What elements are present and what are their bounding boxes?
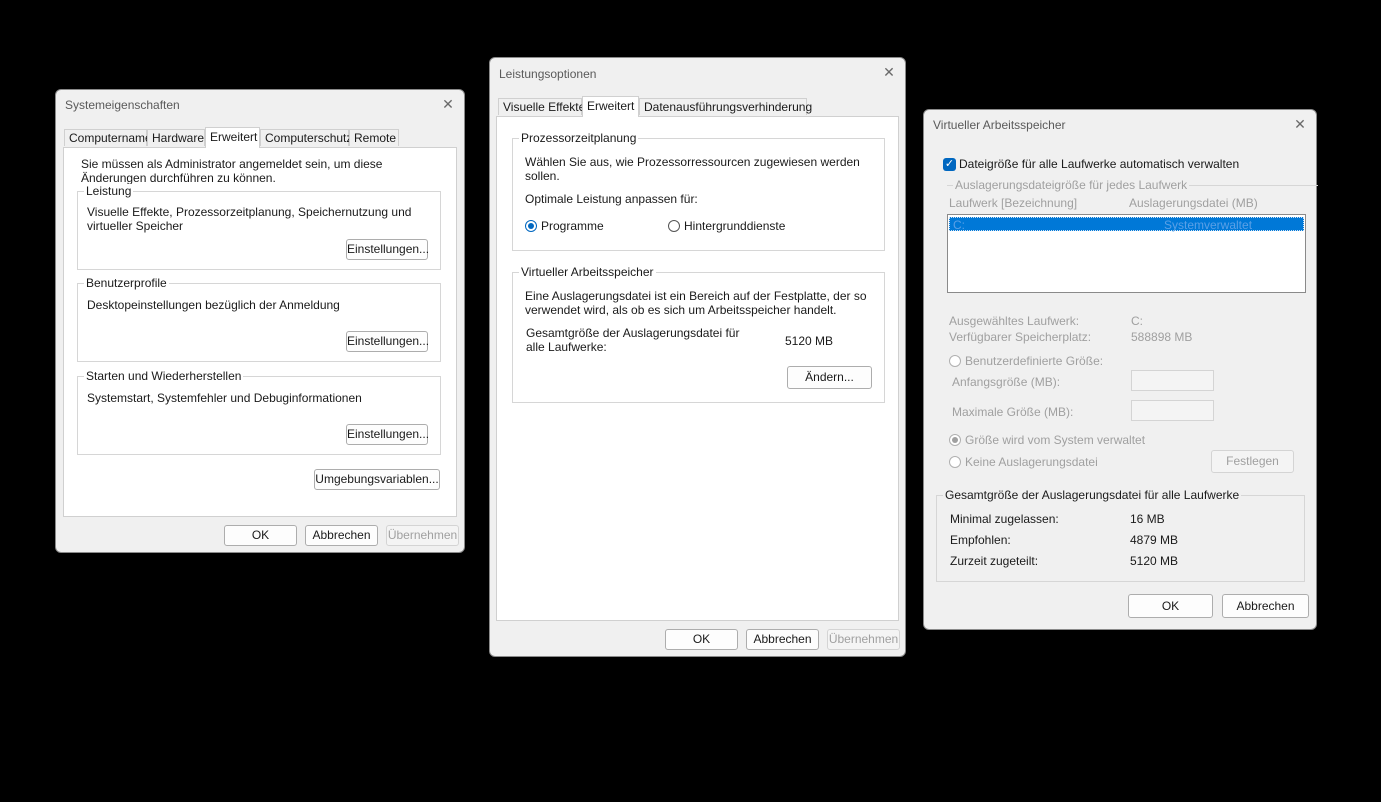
cancel-button[interactable]: Abbrechen xyxy=(1222,594,1309,618)
window-title: Virtueller Arbeitsspeicher xyxy=(933,118,1066,132)
ok-button[interactable]: OK xyxy=(1128,594,1213,618)
custom-size-radio[interactable] xyxy=(949,355,961,367)
change-button[interactable]: Ändern... xyxy=(787,366,872,389)
auto-manage-checkbox[interactable]: ✓ xyxy=(943,158,956,171)
tab-erweitert[interactable]: Erweitert xyxy=(205,127,260,148)
totals-group: Gesamtgröße der Auslagerungsdatei für al… xyxy=(936,488,1305,582)
selected-drive-value: C: xyxy=(1131,314,1143,328)
startup-recovery-group: Starten und Wiederherstellen Systemstart… xyxy=(77,369,441,455)
max-size-label: Maximale Größe (MB): xyxy=(952,405,1074,419)
available-space-label: Verfügbarer Speicherplatz: xyxy=(949,330,1092,344)
apply-button[interactable]: Übernehmen xyxy=(386,525,459,546)
min-allowed-label: Minimal zugelassen: xyxy=(950,512,1059,526)
background-services-radio[interactable] xyxy=(668,220,680,232)
virtual-memory-legend: Virtueller Arbeitsspeicher xyxy=(519,265,656,279)
ok-button[interactable]: OK xyxy=(224,525,297,546)
no-pagefile-label[interactable]: Keine Auslagerungsdatei xyxy=(965,455,1098,469)
system-managed-label[interactable]: Größe wird vom System verwaltet xyxy=(965,433,1145,447)
initial-size-label: Anfangsgröße (MB): xyxy=(952,375,1061,389)
window-title: Leistungsoptionen xyxy=(499,67,597,81)
no-pagefile-radio[interactable] xyxy=(949,456,961,468)
tab-visual-effects[interactable]: Visuelle Effekte xyxy=(498,98,585,115)
tab-panel: Sie müssen als Administrator angemeldet … xyxy=(63,147,457,517)
total-paging-value: 5120 MB xyxy=(785,334,834,348)
optimize-for-label: Optimale Leistung anpassen für: xyxy=(525,192,698,206)
window-title: Systemeigenschaften xyxy=(65,98,180,112)
startup-recovery-settings-button[interactable]: Einstellungen... xyxy=(346,424,429,445)
user-profiles-legend: Benutzerprofile xyxy=(84,276,169,290)
initial-size-input[interactable] xyxy=(1131,370,1214,391)
startup-recovery-legend: Starten und Wiederherstellen xyxy=(84,369,244,383)
close-icon[interactable]: ✕ xyxy=(438,95,458,113)
user-profiles-group: Benutzerprofile Desktopeinstellungen bez… xyxy=(77,276,441,362)
tab-remote[interactable]: Remote xyxy=(349,129,399,146)
environment-variables-button[interactable]: Umgebungsvariablen... xyxy=(314,469,440,490)
recommended-value: 4879 MB xyxy=(1130,533,1179,547)
performance-group: Leistung Visuelle Effekte, Prozessorzeit… xyxy=(77,184,441,270)
max-size-input[interactable] xyxy=(1131,400,1214,421)
close-icon[interactable]: ✕ xyxy=(1290,115,1310,133)
system-managed-radio[interactable] xyxy=(949,434,961,446)
tab-panel: Prozessorzeitplanung Wählen Sie aus, wie… xyxy=(496,116,899,621)
drive-column-header: Laufwerk [Bezeichnung] xyxy=(949,196,1078,210)
pagefile-cell: Systemverwaltet xyxy=(1164,218,1253,232)
tab-erweitert[interactable]: Erweitert xyxy=(582,96,639,117)
processor-scheduling-group: Prozessorzeitplanung Wählen Sie aus, wie… xyxy=(512,131,885,251)
per-drive-legend: Auslagerungsdateigröße für jedes Laufwer… xyxy=(953,178,1190,192)
programs-label[interactable]: Programme xyxy=(541,219,604,233)
virtual-memory-description: Eine Auslagerungsdatei ist ein Bereich a… xyxy=(525,289,867,317)
currently-allocated-value: 5120 MB xyxy=(1130,554,1179,568)
cancel-button[interactable]: Abbrechen xyxy=(305,525,378,546)
pagefile-column-header: Auslagerungsdatei (MB) xyxy=(1129,196,1258,210)
title-bar[interactable]: Leistungsoptionen ✕ xyxy=(490,58,905,86)
tab-hardware[interactable]: Hardware xyxy=(147,129,205,146)
available-space-value: 588898 MB xyxy=(1131,330,1193,344)
ok-button[interactable]: OK xyxy=(665,629,738,650)
title-bar[interactable]: Systemeigenschaften ✕ xyxy=(56,90,464,118)
drive-cell: C: xyxy=(953,218,965,232)
virtual-memory-group: Virtueller Arbeitsspeicher Eine Auslager… xyxy=(512,265,885,403)
per-drive-group: Auslagerungsdateigröße für jedes Laufwer… xyxy=(947,178,1318,192)
processor-scheduling-description: Wählen Sie aus, wie Prozessorressourcen … xyxy=(525,155,860,183)
performance-description: Visuelle Effekte, Prozessorzeitplanung, … xyxy=(87,205,412,233)
drive-list[interactable]: C: Systemverwaltet xyxy=(947,214,1306,293)
apply-button[interactable]: Übernehmen xyxy=(827,629,900,650)
auto-manage-label[interactable]: Dateigröße für alle Laufwerke automatisc… xyxy=(959,157,1239,171)
tab-dep[interactable]: Datenausführungsverhinderung xyxy=(639,98,812,115)
currently-allocated-label: Zurzeit zugeteilt: xyxy=(950,554,1039,568)
processor-scheduling-legend: Prozessorzeitplanung xyxy=(519,131,639,145)
background-services-label[interactable]: Hintergrunddienste xyxy=(684,219,785,233)
virtual-memory-window: Virtueller Arbeitsspeicher ✕ ✓ Dateigröß… xyxy=(923,109,1318,630)
total-paging-label: Gesamtgröße der Auslagerungsdatei für al… xyxy=(526,326,740,354)
close-icon[interactable]: ✕ xyxy=(879,63,899,81)
min-allowed-value: 16 MB xyxy=(1130,512,1165,526)
user-profiles-settings-button[interactable]: Einstellungen... xyxy=(346,331,429,352)
set-button[interactable]: Festlegen xyxy=(1211,450,1294,473)
performance-options-window: Leistungsoptionen ✕ Visuelle Effekte Erw… xyxy=(489,57,906,657)
title-bar[interactable]: Virtueller Arbeitsspeicher ✕ xyxy=(924,110,1316,138)
admin-note: Sie müssen als Administrator angemeldet … xyxy=(81,157,383,185)
programs-radio[interactable] xyxy=(525,220,537,232)
totals-legend: Gesamtgröße der Auslagerungsdatei für al… xyxy=(943,488,1242,502)
custom-size-label[interactable]: Benutzerdefinierte Größe: xyxy=(965,354,1103,368)
cancel-button[interactable]: Abbrechen xyxy=(746,629,819,650)
recommended-label: Empfohlen: xyxy=(950,533,1011,547)
selected-drive-label: Ausgewähltes Laufwerk: xyxy=(949,314,1080,328)
performance-settings-button[interactable]: Einstellungen... xyxy=(346,239,429,260)
user-profiles-description: Desktopeinstellungen bezüglich der Anmel… xyxy=(87,298,340,312)
tab-computerschutz[interactable]: Computerschutz xyxy=(260,129,352,146)
startup-recovery-description: Systemstart, Systemfehler und Debuginfor… xyxy=(87,391,362,405)
tab-computername[interactable]: Computername xyxy=(64,129,152,146)
system-properties-window: Systemeigenschaften ✕ Computername Hardw… xyxy=(55,89,465,553)
performance-legend: Leistung xyxy=(84,184,134,198)
list-item[interactable]: C: Systemverwaltet xyxy=(949,217,1304,232)
